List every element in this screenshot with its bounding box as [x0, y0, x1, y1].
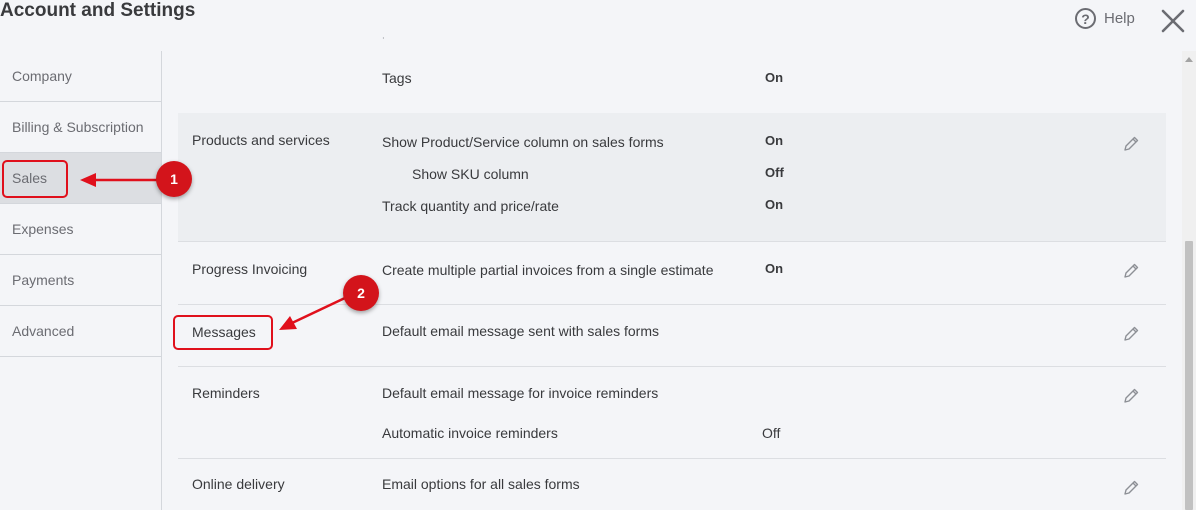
section-messages[interactable]: Messages Default email message sent with… — [178, 305, 1166, 367]
settings-sidebar: Company Billing & Subscription Sales Exp… — [0, 51, 162, 510]
sidebar-item-label: Sales — [12, 170, 48, 186]
section-online-delivery[interactable]: Online delivery Email options for all sa… — [178, 459, 1166, 510]
pencil-icon[interactable] — [1122, 135, 1140, 153]
row-value: On — [765, 133, 784, 148]
annotation-highlight-messages — [173, 315, 273, 350]
row-value: On — [765, 70, 784, 85]
settings-content: ˙ Tags On Products and services Show Pro… — [162, 0, 1182, 510]
sidebar-item-label: Advanced — [12, 323, 75, 339]
scroll-thumb[interactable] — [1185, 241, 1193, 510]
section-partial-top: ˙ Tags On — [178, 0, 1166, 113]
section-title: Products and services — [192, 132, 330, 148]
row-label: Show SKU column — [412, 166, 529, 182]
row-label: Show Product/Service column on sales for… — [382, 134, 664, 150]
pencil-icon[interactable] — [1122, 479, 1140, 497]
sidebar-item-payments[interactable]: Payments — [0, 255, 161, 306]
pencil-icon[interactable] — [1122, 387, 1140, 405]
row-value: Off — [765, 165, 784, 180]
clipped-row-fragment: ˙ — [382, 35, 386, 49]
section-title: Reminders — [192, 385, 260, 401]
row-label: Automatic invoice reminders — [382, 425, 558, 441]
scroll-up-arrow-icon[interactable] — [1185, 57, 1193, 62]
sidebar-item-label: Payments — [12, 272, 75, 288]
row-label: Default email message for invoice remind… — [382, 385, 659, 401]
row-label: Tags — [382, 70, 412, 86]
section-title: Online delivery — [192, 476, 285, 492]
sidebar-item-billing[interactable]: Billing & Subscription — [0, 102, 161, 153]
row-label: Track quantity and price/rate — [382, 198, 559, 214]
row-label: Default email message sent with sales fo… — [382, 323, 659, 339]
row-label: Create multiple partial invoices from a … — [382, 262, 714, 278]
sidebar-item-advanced[interactable]: Advanced — [0, 306, 161, 357]
row-value: On — [765, 261, 784, 276]
sidebar-item-label: Billing & Subscription — [12, 119, 144, 135]
pencil-icon[interactable] — [1122, 325, 1140, 343]
section-title: Progress Invoicing — [192, 261, 308, 277]
sidebar-item-label: Company — [12, 68, 72, 84]
annotation-badge-1: 1 — [156, 161, 192, 197]
vertical-scrollbar[interactable] — [1182, 51, 1196, 510]
annotation-badge-2: 2 — [343, 275, 379, 311]
section-reminders[interactable]: Reminders Default email message for invo… — [178, 367, 1166, 459]
row-value: On — [765, 197, 784, 212]
row-label: Email options for all sales forms — [382, 476, 580, 492]
sidebar-item-company[interactable]: Company — [0, 51, 161, 102]
section-progress-invoicing[interactable]: Progress Invoicing Create multiple parti… — [178, 242, 1166, 305]
sidebar-item-label: Expenses — [12, 221, 74, 237]
sidebar-item-expenses[interactable]: Expenses — [0, 204, 161, 255]
row-value: Off — [762, 425, 781, 441]
section-products-services[interactable]: Products and services Show Product/Servi… — [178, 113, 1166, 242]
pencil-icon[interactable] — [1122, 262, 1140, 280]
